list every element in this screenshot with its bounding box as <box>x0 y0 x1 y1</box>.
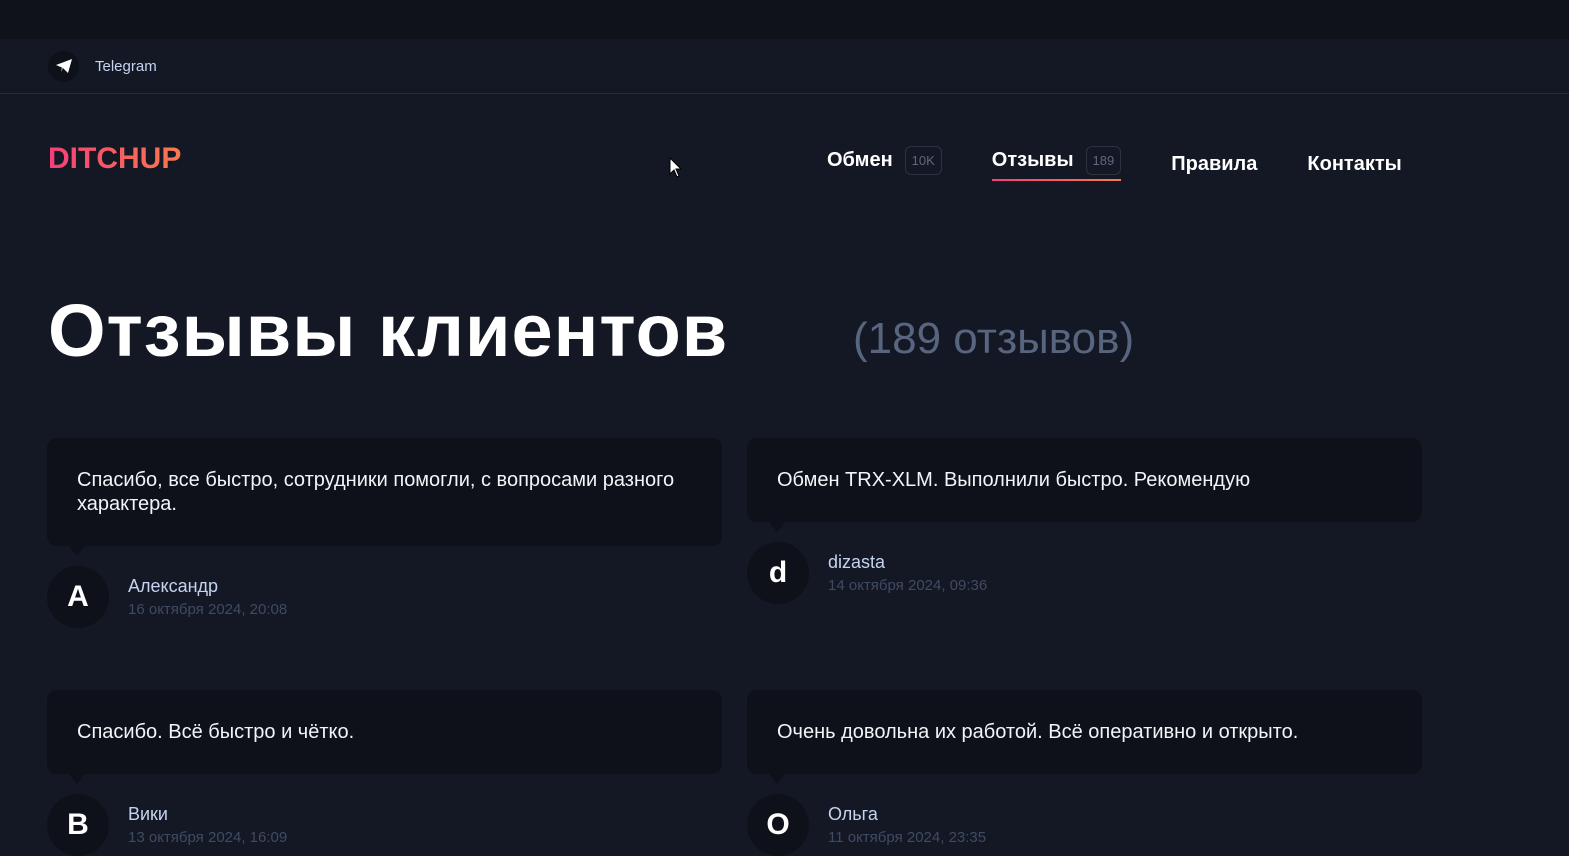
nav-label: Контакты <box>1307 152 1402 175</box>
review-date: 16 октября 2024, 20:08 <box>128 601 288 618</box>
author-name: dizasta <box>828 552 886 572</box>
nav-label: Правила <box>1171 152 1258 175</box>
review-text: Обмен TRX-XLM. Выполнили быстро. Рекомен… <box>747 438 1422 532</box>
main-nav: Обмен 10K Отзывы 189 Правила Контакты <box>827 140 1452 181</box>
review-text: Спасибо, все быстро, сотрудники помогли,… <box>47 438 722 556</box>
telegram-icon[interactable] <box>48 50 79 82</box>
mouse-cursor-icon <box>669 157 683 178</box>
avatar: B <box>47 794 109 856</box>
review-date: 14 октября 2024, 09:36 <box>828 577 988 594</box>
browser-top-strip <box>0 0 1569 39</box>
avatar: O <box>747 794 809 856</box>
avatar: A <box>47 566 109 628</box>
nav-badge: 189 <box>1085 145 1122 175</box>
top-bar: Telegram <box>0 39 1569 94</box>
nav-label: Обмен <box>827 148 893 171</box>
header: DITCHUP Обмен 10K Отзывы 189 Правила Конта… <box>48 140 1421 181</box>
review-card: Спасибо, все быстро, сотрудники помогли,… <box>47 438 722 628</box>
author-name: Александр <box>128 576 219 596</box>
review-count: (189 отзывов) <box>853 314 1135 363</box>
author-name: Вики <box>128 804 168 824</box>
review-date: 11 октября 2024, 23:35 <box>828 829 987 846</box>
review-card: Обмен TRX-XLM. Выполнили быстро. Рекомен… <box>747 438 1422 604</box>
page-title: Отзывы клиентов <box>48 289 729 372</box>
nav-badge: 10K <box>904 145 942 175</box>
review-card: Спасибо. Всё быстро и чётко. B Вики 13 окт… <box>47 690 722 856</box>
logo[interactable]: DITCHUP <box>48 142 181 176</box>
review-card: Очень довольна их работой. Всё оперативн… <box>747 690 1422 856</box>
nav-label: Отзывы <box>991 148 1074 171</box>
nav-reviews[interactable]: Отзывы 189 <box>991 140 1122 181</box>
author-name: Ольга <box>828 804 878 824</box>
review-text: Очень довольна их работой. Всё оперативн… <box>747 690 1422 784</box>
nav-contacts[interactable]: Контакты <box>1307 144 1401 184</box>
avatar: d <box>747 542 809 604</box>
nav-exchange[interactable]: Обмен 10K <box>827 140 942 180</box>
nav-rules[interactable]: Правила <box>1171 144 1257 184</box>
telegram-link[interactable]: Telegram <box>95 58 157 75</box>
review-text: Спасибо. Всё быстро и чётко. <box>47 690 722 784</box>
review-date: 13 октября 2024, 16:09 <box>128 829 288 846</box>
